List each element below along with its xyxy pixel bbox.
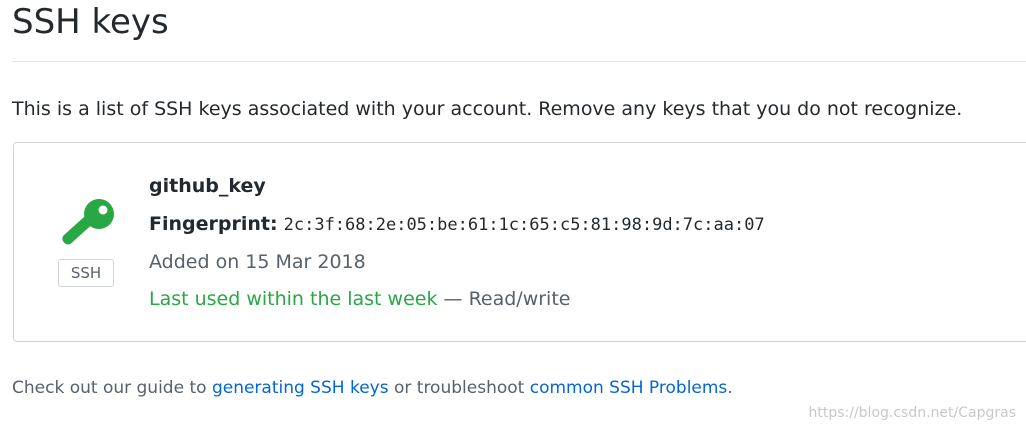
fingerprint-value: 2c:3f:68:2e:05:be:61:1c:65:c5:81:98:9d:7… <box>283 215 765 235</box>
footer-note: Check out our guide to generating SSH ke… <box>12 376 733 400</box>
ssh-key-item: SSH github_key Fingerprint: 2c:3f:68:2e:… <box>13 142 1026 342</box>
page-title: SSH keys <box>12 2 169 42</box>
page-description: This is a list of SSH keys associated wi… <box>12 98 963 120</box>
key-added-date: Added on 15 Mar 2018 <box>149 251 366 273</box>
key-type-badge: SSH <box>58 259 114 287</box>
key-title: github_key <box>149 175 266 197</box>
title-divider <box>12 61 1026 62</box>
key-access-level: — Read/write <box>437 288 571 310</box>
key-icon <box>62 199 114 245</box>
common-ssh-problems-link[interactable]: common SSH Problems <box>530 378 728 398</box>
footer-prefix: Check out our guide to <box>12 378 212 398</box>
footer-suffix: . <box>727 378 733 398</box>
footer-middle: or troubleshoot <box>388 378 530 398</box>
key-last-used: Last used within the last week — Read/wr… <box>149 286 570 312</box>
fingerprint-label: Fingerprint: <box>149 213 278 235</box>
key-fingerprint: Fingerprint: 2c:3f:68:2e:05:be:61:1c:65:… <box>149 211 765 238</box>
watermark: https://blog.csdn.net/Capgras <box>808 405 1016 421</box>
last-used-text: Last used within the last week <box>149 288 438 310</box>
generating-ssh-keys-link[interactable]: generating SSH keys <box>212 378 389 398</box>
